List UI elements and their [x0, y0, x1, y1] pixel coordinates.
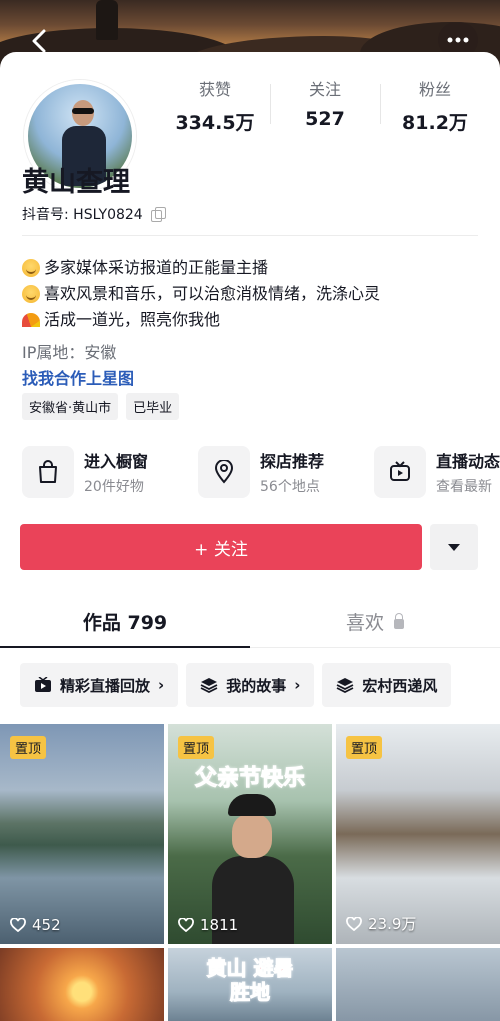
smile-emoji-icon — [22, 259, 40, 277]
bio-text: 活成一道光，照亮你我他 — [44, 310, 221, 329]
stat-label: 粉丝 — [418, 80, 451, 99]
service-text: 直播动态 查看最新 — [436, 448, 500, 496]
tv-icon — [374, 446, 426, 498]
stat-label: 获赞 — [198, 80, 231, 99]
bio-text: 喜欢风景和音乐，可以治愈消极情绪，洗涤心灵 — [44, 284, 381, 303]
service-title: 直播动态 — [436, 452, 500, 471]
stack-icon — [337, 678, 354, 693]
collection-label: 我的故事 — [226, 676, 287, 695]
smile-emoji-icon — [22, 285, 40, 303]
video-grid: 置顶 452 置顶 父亲节快乐 1811 置顶 23.9万 黄山 避暑胜地 — [0, 724, 500, 1021]
service-text: 进入橱窗 20件好物 — [84, 448, 148, 496]
service-shop-window[interactable]: 进入橱窗 20件好物 — [22, 446, 198, 498]
more-options-dropdown[interactable] — [430, 524, 478, 570]
lock-icon — [394, 612, 405, 629]
collections-row: 精彩直播回放 › 我的故事 › 宏村西递风 — [20, 663, 500, 707]
video-thumbnail[interactable]: 黄山 避暑胜地 — [168, 948, 332, 1021]
shopping-bag-icon — [22, 446, 74, 498]
douyin-id: 抖音号: HSLY0824 — [22, 204, 166, 224]
like-count: 452 — [10, 916, 61, 934]
tab-label: 喜欢 — [345, 612, 384, 634]
service-text: 探店推荐 56个地点 — [260, 448, 324, 496]
collection-my-story[interactable]: 我的故事 › — [186, 663, 315, 707]
pinned-badge: 置顶 — [178, 736, 215, 759]
heart-icon — [10, 918, 26, 932]
tab-works[interactable]: 作品 799 — [0, 600, 250, 648]
pinned-badge: 置顶 — [10, 736, 47, 759]
services-row: 进入橱窗 20件好物 探店推荐 56个地点 直播动态 查看最新 — [22, 446, 500, 498]
like-count-value: 452 — [32, 916, 61, 934]
service-title: 进入橱窗 — [84, 452, 149, 471]
stat-likes[interactable]: 获赞 334.5万 — [160, 70, 270, 150]
video-overlay-title: 黄山 避暑胜地 — [206, 956, 294, 1005]
profile-sheet: 获赞 334.5万 关注 527 粉丝 81.2万 黄山查理 抖音号: HSLY… — [0, 52, 500, 1021]
video-thumbnail[interactable] — [0, 948, 164, 1021]
collection-label: 宏村西递风 — [362, 676, 438, 695]
content-tabs: 作品 799 喜欢 — [0, 600, 500, 648]
video-overlay-title: 父亲节快乐 — [194, 766, 305, 792]
avatar-figure — [72, 108, 94, 114]
chevron-right-icon: › — [158, 676, 165, 694]
stat-value: 527 — [305, 108, 345, 130]
video-thumbnail[interactable]: 置顶 452 — [0, 724, 164, 944]
douyin-id-text: 抖音号: HSLY0824 — [22, 207, 143, 223]
service-live-updates[interactable]: 直播动态 查看最新 — [374, 446, 500, 498]
like-count: 23.9万 — [346, 913, 416, 934]
bio-text: 多家媒体采访报道的正能量主播 — [44, 258, 269, 277]
service-title: 探店推荐 — [260, 452, 325, 471]
copy-icon[interactable] — [150, 207, 166, 222]
pinned-badge: 置顶 — [346, 736, 383, 759]
more-dots-icon — [447, 37, 469, 43]
service-subtitle: 20件好物 — [84, 479, 144, 495]
stat-value: 334.5万 — [175, 112, 255, 134]
bio-line: 活成一道光，照亮你我他 — [22, 307, 482, 333]
video-thumbnail[interactable]: 置顶 父亲节快乐 1811 — [168, 724, 332, 944]
collection-hongcun-xidi[interactable]: 宏村西递风 — [322, 663, 452, 707]
heart-icon — [346, 916, 362, 931]
video-thumbnail[interactable]: 置顶 23.9万 — [336, 724, 500, 944]
stack-icon — [200, 678, 218, 693]
location-pin-icon — [198, 446, 250, 498]
divider — [22, 235, 478, 236]
bio: 多家媒体采访报道的正能量主播 喜欢风景和音乐，可以治愈消极情绪，洗涤心灵 活成一… — [22, 255, 482, 333]
location-tag[interactable]: 安徽省·黄山市 — [22, 393, 119, 420]
ip-location: IP属地：安徽 — [22, 343, 117, 362]
collection-live-replays[interactable]: 精彩直播回放 › — [20, 663, 179, 707]
profile-name: 黄山查理 — [22, 167, 130, 198]
heart-icon — [178, 918, 194, 932]
collection-label: 精彩直播回放 — [60, 676, 151, 695]
like-count: 1811 — [178, 916, 238, 934]
stats-bar: 获赞 334.5万 关注 527 粉丝 81.2万 — [160, 70, 490, 150]
education-tag[interactable]: 已毕业 — [126, 393, 180, 420]
banner-silhouette — [96, 0, 118, 40]
video-thumbnail[interactable] — [336, 948, 500, 1021]
live-playback-icon — [35, 677, 51, 692]
follow-button-label: + 关注 — [194, 539, 248, 560]
stat-label: 关注 — [308, 80, 341, 99]
tab-likes[interactable]: 喜欢 — [250, 600, 500, 647]
service-subtitle: 查看最新 — [436, 479, 492, 495]
caret-down-icon — [448, 543, 460, 551]
chevron-right-icon: › — [294, 676, 301, 694]
rainbow-emoji-icon — [22, 313, 40, 327]
follow-button[interactable]: + 关注 — [20, 524, 422, 570]
like-count-value: 1811 — [200, 916, 239, 934]
service-store-visits[interactable]: 探店推荐 56个地点 — [198, 446, 374, 498]
profile-tags: 安徽省·黄山市 已毕业 — [22, 393, 180, 420]
service-subtitle: 56个地点 — [260, 479, 320, 495]
tab-label: 作品 799 — [82, 612, 168, 634]
stat-value: 81.2万 — [402, 112, 468, 134]
like-count-value: 23.9万 — [368, 915, 417, 933]
stat-followers[interactable]: 粉丝 81.2万 — [380, 70, 490, 150]
cooperation-link[interactable]: 找我合作上星图 — [22, 365, 134, 389]
bio-line: 喜欢风景和音乐，可以治愈消极情绪，洗涤心灵 — [22, 281, 482, 307]
chevron-left-icon — [32, 29, 46, 53]
stat-following[interactable]: 关注 527 — [270, 70, 380, 150]
bio-line: 多家媒体采访报道的正能量主播 — [22, 255, 482, 281]
